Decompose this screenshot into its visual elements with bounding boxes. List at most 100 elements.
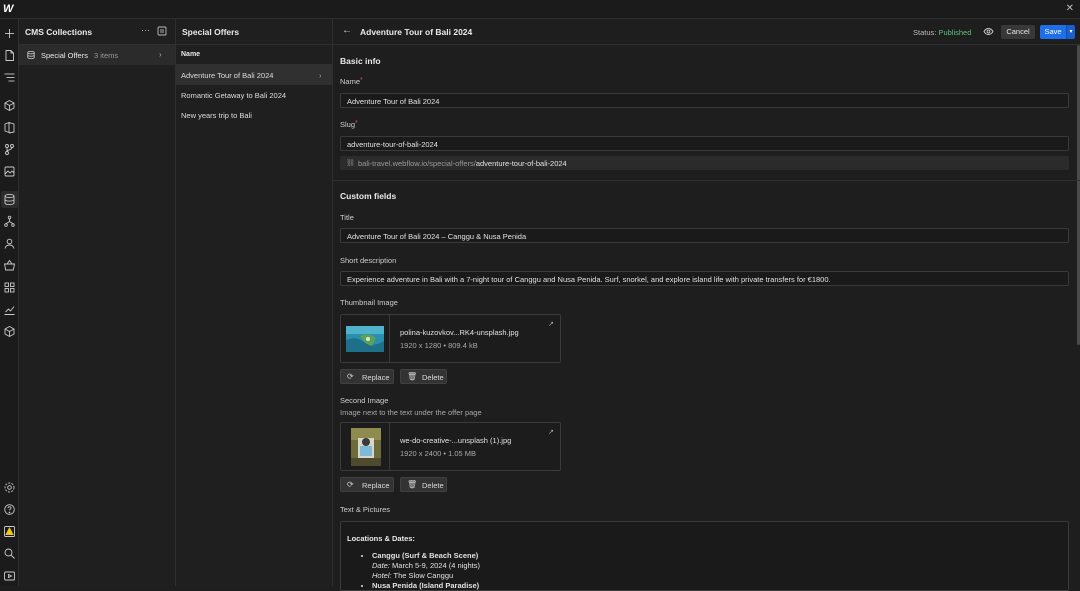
name-label-text: Name <box>340 77 361 86</box>
title-field[interactable]: Adventure Tour of Bali 2024 – Canggu & N… <box>340 228 1069 243</box>
open-external-icon[interactable]: ↗ <box>548 320 554 328</box>
video-tutorials-icon[interactable] <box>3 569 16 582</box>
status-text: Status: Published <box>913 28 971 37</box>
open-external-icon[interactable]: ↗ <box>548 428 554 436</box>
name-column-header[interactable]: Name <box>176 45 332 65</box>
editor-header: ← Adventure Tour of Bali 2024 Status: Pu… <box>333 19 1080 45</box>
basic-info-heading: Basic info <box>340 56 381 66</box>
url-text: bali-travel.webflow.io/special-offers/ad… <box>358 159 567 168</box>
left-toolbar <box>0 19 19 586</box>
variables-icon[interactable] <box>3 143 16 156</box>
chevron-right-icon: › <box>319 71 322 80</box>
hotel-value: The Slow Canggu <box>393 571 454 580</box>
thumbnail-meta: 1920 x 1280 • 809.4 kB <box>400 341 478 350</box>
thumbnail-preview <box>341 315 390 362</box>
list-item: Nusa Penida (Island Paradise) <box>372 581 480 591</box>
status-label: Status: <box>913 28 937 37</box>
second-image-preview <box>341 423 390 470</box>
second-image-help: Image next to the text under the offer p… <box>340 408 482 417</box>
name-value: Adventure Tour of Bali 2024 <box>347 97 440 106</box>
replace-label: Replace <box>362 373 390 382</box>
search-icon[interactable] <box>3 547 16 560</box>
thumbnail-image-label: Thumbnail Image <box>340 298 398 307</box>
location-hotel: Hotel: The Slow Canggu <box>372 571 480 581</box>
delete-label: Delete <box>422 373 444 382</box>
cms-icon[interactable] <box>1 191 18 208</box>
rich-text-editor[interactable]: Locations & Dates: Canggu (Surf & Beach … <box>340 521 1069 591</box>
locations-list: Canggu (Surf & Beach Scene) Date: March … <box>372 551 480 591</box>
analyze-icon[interactable] <box>3 303 16 316</box>
list-item[interactable]: Adventure Tour of Bali 2024 › <box>176 65 332 85</box>
items-header: Special Offers <box>176 19 332 45</box>
url-prefix: bali-travel.webflow.io/special-offers/ <box>358 159 476 168</box>
required-marker: * <box>360 77 363 84</box>
components-icon[interactable] <box>3 99 16 112</box>
replace-thumbnail-button[interactable]: ⟳ Replace <box>340 369 394 384</box>
delete-label: Delete <box>422 481 444 490</box>
refresh-icon: ⟳ <box>347 480 354 489</box>
ecommerce-icon[interactable] <box>3 259 16 272</box>
assets-icon[interactable] <box>3 165 16 178</box>
rich-heading: Locations & Dates: <box>347 534 415 543</box>
second-image-filename: we-do-creative-...unsplash (1).jpg <box>400 436 512 445</box>
url-preview[interactable]: ⛓ bali-travel.webflow.io/special-offers/… <box>340 156 1069 170</box>
cms-collections-panel: CMS Collections ⋯ Special Offers 3 items… <box>19 19 176 586</box>
item-name: New years trip to Bali <box>181 111 252 120</box>
slug-label: Slug* <box>340 120 358 129</box>
item-editor: ← Adventure Tour of Bali 2024 Status: Pu… <box>333 19 1080 591</box>
collections-header: CMS Collections ⋯ <box>19 19 175 45</box>
delete-thumbnail-button[interactable]: 🗑 Delete <box>400 369 447 384</box>
required-marker: * <box>355 120 358 127</box>
back-arrow-icon[interactable]: ← <box>342 25 352 36</box>
add-collection-icon[interactable] <box>157 26 167 36</box>
second-image-size: 1.05 MB <box>448 449 477 458</box>
list-item[interactable]: Romantic Getaway to Bali 2024 <box>176 85 332 105</box>
date-value: March 5-9, 2024 (4 nights) <box>392 561 480 570</box>
collection-item-special-offers[interactable]: Special Offers 3 items › <box>19 45 175 65</box>
short-description-field[interactable]: Experience adventure in Bali with a 7-ni… <box>340 271 1069 286</box>
item-name: Adventure Tour of Bali 2024 <box>181 71 274 80</box>
packages-icon[interactable] <box>3 325 16 338</box>
settings-icon[interactable] <box>3 481 16 494</box>
title-label: Title <box>340 213 354 222</box>
cancel-button[interactable]: Cancel <box>1001 25 1035 39</box>
database-icon <box>27 50 35 60</box>
status-badge: Published <box>938 28 972 37</box>
slug-value: adventure-tour-of-bali-2024 <box>347 140 438 149</box>
list-item[interactable]: New years trip to Bali <box>176 105 332 125</box>
second-image-meta: 1920 x 2400 • 1.05 MB <box>400 449 477 458</box>
apps-icon[interactable] <box>3 281 16 294</box>
location-name: Canggu (Surf & Beach Scene) <box>372 551 479 560</box>
style-selectors-icon[interactable] <box>3 121 16 134</box>
navigator-icon[interactable] <box>3 71 16 84</box>
close-icon[interactable]: ✕ <box>1066 3 1074 14</box>
refresh-icon: ⟳ <box>347 372 354 381</box>
help-icon[interactable] <box>3 503 16 516</box>
audit-warning-icon[interactable] <box>3 525 16 538</box>
replace-second-image-button[interactable]: ⟳ Replace <box>340 477 394 492</box>
add-icon[interactable] <box>3 27 16 40</box>
second-image-card[interactable]: we-do-creative-...unsplash (1).jpg 1920 … <box>340 422 561 471</box>
thumbnail-image-card[interactable]: polina-kuzovkov...RK4-unsplash.jpg 1920 … <box>340 314 561 363</box>
users-icon[interactable] <box>3 237 16 250</box>
save-button[interactable]: Save <box>1040 25 1066 39</box>
trash-icon: 🗑 <box>407 480 418 489</box>
webflow-logo-icon[interactable]: W <box>3 3 16 15</box>
logic-icon[interactable] <box>3 215 16 228</box>
save-options-chevron-icon[interactable]: ▾ <box>1066 25 1075 39</box>
delete-second-image-button[interactable]: 🗑 Delete <box>400 477 447 492</box>
short-description-value: Experience adventure in Bali with a 7-ni… <box>347 275 831 284</box>
collection-count: 3 items <box>94 51 119 60</box>
name-field[interactable]: Adventure Tour of Bali 2024 <box>340 93 1069 108</box>
slug-field[interactable]: adventure-tour-of-bali-2024 <box>340 136 1069 151</box>
link-icon: ⛓ <box>346 160 355 167</box>
items-title: Special Offers <box>182 27 240 37</box>
pages-icon[interactable] <box>3 49 16 62</box>
preview-eye-icon[interactable] <box>983 26 994 37</box>
trash-icon: 🗑 <box>407 372 418 381</box>
column-label: Name <box>181 51 201 58</box>
url-slug: adventure-tour-of-bali-2024 <box>475 159 567 168</box>
more-options-icon[interactable]: ⋯ <box>141 25 150 36</box>
custom-fields-heading: Custom fields <box>340 191 397 201</box>
location-date: Date: March 5-9, 2024 (4 nights) <box>372 561 480 571</box>
